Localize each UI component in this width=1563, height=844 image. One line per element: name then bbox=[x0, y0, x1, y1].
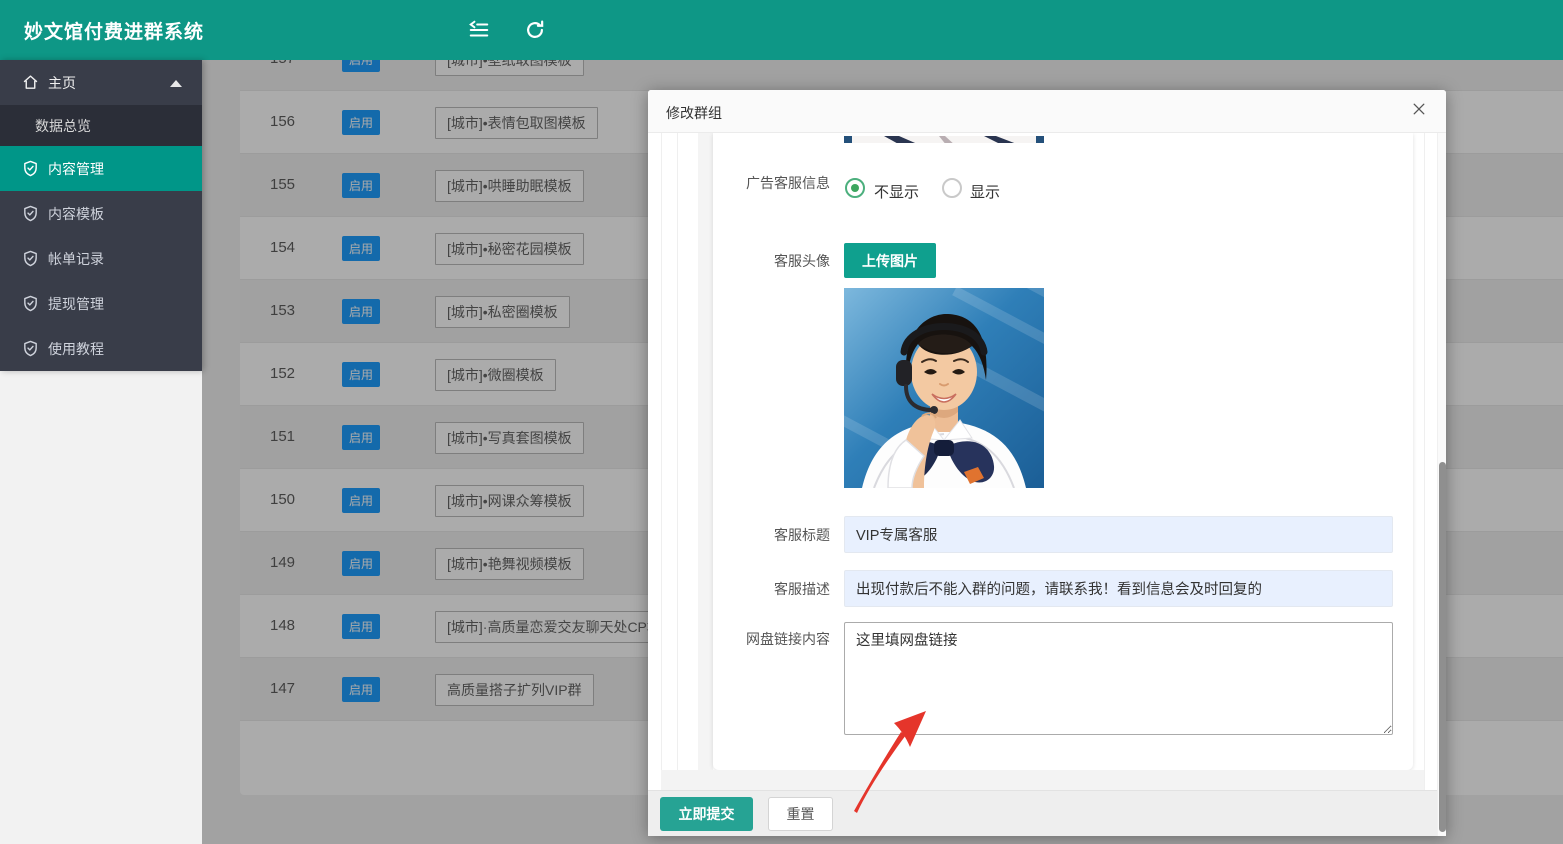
template-sidebar: 主页 数据总览 bbox=[0, 60, 202, 371]
modal-scrollbar[interactable] bbox=[1437, 133, 1446, 836]
chevron-up-icon bbox=[170, 80, 182, 87]
radio-hide[interactable] bbox=[845, 178, 865, 198]
gutter-stripe bbox=[698, 133, 713, 790]
sidebar-item[interactable]: 使用教程 bbox=[0, 326, 202, 371]
page-strip bbox=[661, 770, 1424, 790]
divider bbox=[677, 133, 678, 790]
submit-button[interactable]: 立即提交 bbox=[660, 797, 753, 831]
collapse-menu-icon[interactable] bbox=[468, 19, 490, 41]
sidebar-item-label: 数据总览 bbox=[35, 116, 91, 136]
app-title: 妙文馆付费进群系统 bbox=[24, 17, 204, 44]
modal-footer: 立即提交 重置 bbox=[648, 790, 1446, 836]
radio-show-label[interactable]: 显示 bbox=[970, 181, 1000, 202]
shield-check-icon bbox=[22, 340, 39, 357]
sidebar-item-label: 使用教程 bbox=[48, 339, 104, 359]
shield-check-icon bbox=[22, 295, 39, 312]
shield-check-icon bbox=[22, 160, 39, 177]
divider bbox=[1424, 133, 1425, 790]
upload-image-button[interactable]: 上传图片 bbox=[844, 243, 936, 278]
scrolled-image-sliver bbox=[844, 133, 1044, 143]
avatar-label: 客服头像 bbox=[718, 250, 830, 272]
sidebar-item-label: 帐单记录 bbox=[48, 249, 104, 269]
customer-service-avatar bbox=[844, 288, 1044, 488]
netdisk-link-textarea[interactable]: 这里填网盘链接 bbox=[844, 622, 1393, 735]
sidebar-item[interactable]: 帐单记录 bbox=[0, 236, 202, 281]
cs-title-input[interactable] bbox=[844, 516, 1393, 553]
scrollbar-thumb[interactable] bbox=[1439, 462, 1446, 832]
radio-hide-label[interactable]: 不显示 bbox=[874, 181, 919, 202]
app-header: 妙文馆付费进群系统 bbox=[0, 0, 1563, 60]
ad-info-label: 广告客服信息 bbox=[718, 172, 830, 194]
home-icon bbox=[22, 74, 39, 91]
group-edit-form: 广告客服信息 不显示 显示 客服头像 上传图片 bbox=[713, 133, 1413, 770]
cs-title-label: 客服标题 bbox=[718, 524, 830, 546]
sidebar-item[interactable]: 提现管理 bbox=[0, 281, 202, 326]
modal-header: 修改群组 bbox=[648, 90, 1446, 133]
cs-desc-input[interactable] bbox=[844, 570, 1393, 607]
edit-group-modal: 修改群组 广告客服信息 bbox=[648, 90, 1446, 836]
close-icon[interactable] bbox=[1408, 100, 1430, 122]
reset-button[interactable]: 重置 bbox=[768, 797, 833, 831]
netdisk-link-label: 网盘链接内容 bbox=[718, 628, 830, 650]
sidebar-item[interactable]: 数据总览 bbox=[0, 105, 202, 146]
sidebar-item-label: 主页 bbox=[48, 73, 76, 93]
shield-check-icon bbox=[22, 205, 39, 222]
sidebar-item-label: 提现管理 bbox=[48, 294, 104, 314]
refresh-icon[interactable] bbox=[524, 19, 546, 41]
sidebar-item-label: 内容模板 bbox=[48, 204, 104, 224]
sidebar-nav: 主页 数据总览 bbox=[0, 60, 202, 371]
radio-show[interactable] bbox=[942, 178, 962, 198]
modal-title: 修改群组 bbox=[666, 103, 722, 123]
modal-body: 广告客服信息 不显示 显示 客服头像 上传图片 bbox=[648, 133, 1446, 836]
cs-desc-label: 客服描述 bbox=[718, 578, 830, 600]
sidebar-item[interactable]: 内容模板 bbox=[0, 191, 202, 236]
divider bbox=[661, 133, 662, 790]
sidebar-item-label: 内容管理 bbox=[48, 159, 104, 179]
shield-check-icon bbox=[22, 250, 39, 267]
sidebar-item[interactable]: 主页 bbox=[0, 60, 202, 105]
sidebar-item[interactable]: 内容管理 bbox=[0, 146, 202, 191]
